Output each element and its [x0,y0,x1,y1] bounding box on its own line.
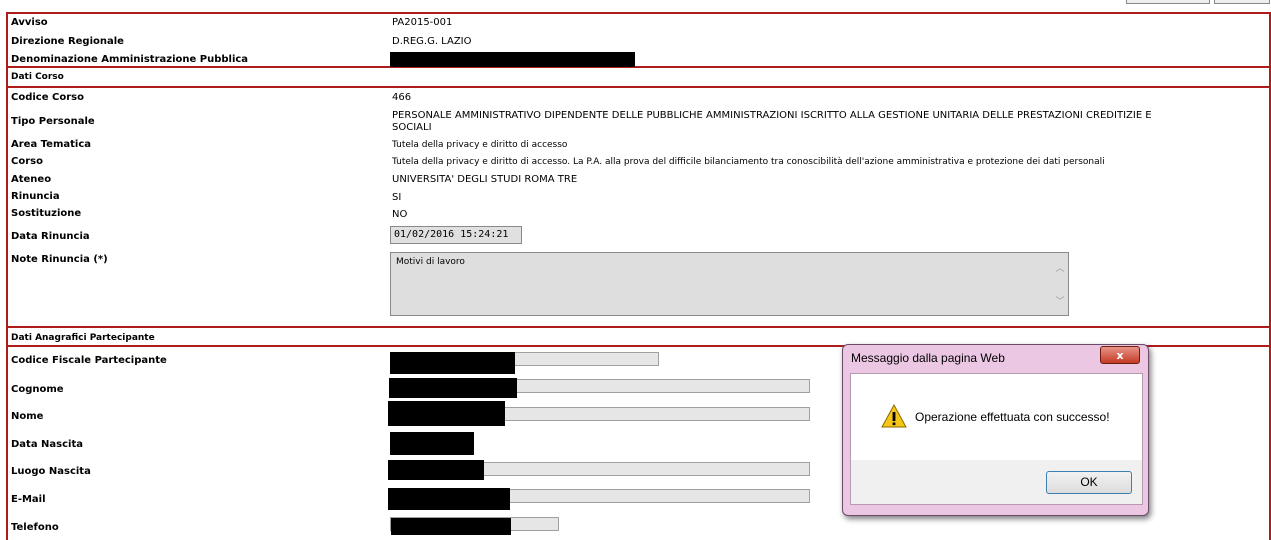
value-codice-corso: 466 [392,92,412,103]
scroll-up-icon[interactable]: ︿ [1055,261,1064,274]
value-direzione-regionale: D.REG.G. LAZIO [392,36,472,47]
top-button-left[interactable] [1126,0,1210,4]
label-codice-fiscale: Codice Fiscale Partecipante [11,355,167,366]
label-email: E-Mail [11,494,46,505]
value-sostituzione: NO [392,209,408,220]
label-data-rinuncia: Data Rinuncia [11,231,90,242]
data-rinuncia-field[interactable]: 01/02/2016 15:24:21 [390,226,522,244]
redacted-denominazione [390,52,635,67]
redacted-cognome [389,378,517,398]
label-denominazione: Denominazione Amministrazione Pubblica [11,54,249,65]
label-codice-corso: Codice Corso [11,92,84,103]
redacted-luogo-nascita [388,460,484,480]
note-rinuncia-text: Motivi di lavoro [396,257,465,267]
label-ateneo: Ateneo [11,174,52,185]
divider [6,66,1271,68]
dialog-message: Operazione effettuata con successo! [915,410,1110,424]
ok-button[interactable]: OK [1046,471,1132,494]
label-rinuncia: Rinuncia [11,191,60,202]
value-corso: Tutela della privacy e diritto di access… [392,157,1105,167]
note-rinuncia-textarea[interactable]: Motivi di lavoro ︿ ﹀ [390,252,1069,316]
value-ateneo: UNIVERSITA' DEGLI STUDI ROMA TRE [392,174,578,185]
label-avviso: Avviso [11,17,48,28]
label-tipo-personale: Tipo Personale [11,116,95,127]
dialog-title: Messaggio dalla pagina Web [851,351,1005,365]
value-avviso: PA2015-001 [392,17,453,28]
value-rinuncia: SI [392,192,402,203]
section-header-dati-corso: Dati Corso [11,72,64,82]
top-button-right[interactable] [1214,0,1270,4]
label-sostituzione: Sostituzione [11,208,82,219]
frame-left [6,12,8,540]
redacted-telefono [391,518,511,535]
label-nome: Nome [11,411,44,422]
divider [6,86,1271,88]
label-area-tematica: Area Tematica [11,139,92,150]
value-area-tematica: Tutela della privacy e diritto di access… [392,140,568,150]
label-direzione-regionale: Direzione Regionale [11,36,124,47]
message-dialog: Messaggio dalla pagina Web x Operazione … [842,344,1149,516]
value-tipo-personale-1: PERSONALE AMMINISTRATIVO DIPENDENTE DELL… [392,110,1152,121]
redacted-email [388,488,510,510]
label-corso: Corso [11,156,43,167]
dialog-footer: OK [850,460,1143,505]
redacted-data-nascita [390,432,474,455]
label-luogo-nascita: Luogo Nascita [11,466,91,477]
warning-icon [881,403,907,428]
value-tipo-personale-2: SOCIALI [392,122,432,133]
textarea-scrollbar[interactable]: ︿ ﹀ [1052,253,1068,315]
label-cognome: Cognome [11,384,64,395]
redacted-codice-fiscale [390,352,515,374]
label-telefono: Telefono [11,522,59,533]
divider [6,326,1271,328]
label-note-rinuncia: Note Rinuncia (*) [11,254,108,265]
divider [6,12,1271,14]
section-header-dati-anagrafici: Dati Anagrafici Partecipante [11,333,155,343]
label-data-nascita: Data Nascita [11,439,84,450]
top-red-fragment: ▁ ▁ ▁ ▁ [45,0,105,2]
scroll-down-icon[interactable]: ﹀ [1055,294,1064,307]
dialog-body: Operazione effettuata con successo! [850,373,1143,462]
redacted-nome [388,401,505,426]
dialog-close-button[interactable]: x [1100,346,1140,364]
